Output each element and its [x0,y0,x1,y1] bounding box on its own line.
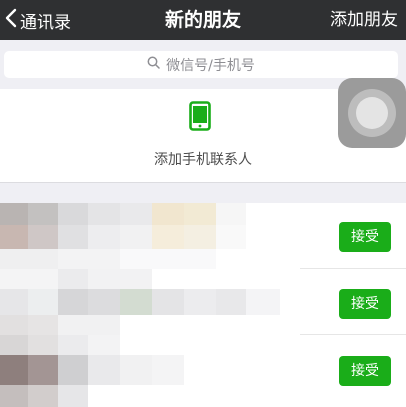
accept-button[interactable]: 接受 [339,289,391,319]
back-button-label: 通讯录 [20,12,71,33]
add-friend-button[interactable]: 添加朋友 [330,0,398,40]
add-phone-contacts-label: 添加手机联系人 [154,152,252,168]
section-divider [0,183,406,203]
search-icon [147,56,166,73]
friend-request-row[interactable]: 接受 [0,203,406,269]
search-placeholder: 微信号/手机号 [166,57,255,74]
friend-request-list: 接受 接受 接受 [0,203,406,407]
chevron-left-icon [4,8,18,32]
assistive-touch-button[interactable] [338,78,406,148]
accept-button[interactable]: 接受 [339,356,391,386]
pixelated-contact-info [0,203,246,269]
assistive-touch-core [356,97,388,129]
accept-button[interactable]: 接受 [339,222,391,252]
pixelated-contact-info [0,335,184,407]
friend-request-row[interactable]: 接受 [0,269,406,335]
top-nav-bar: 通讯录 新的朋友 添加朋友 [0,0,406,40]
pixelated-contact-info [0,269,280,335]
assistive-touch-ring [348,89,396,137]
search-input[interactable]: 微信号/手机号 [4,51,398,78]
back-button[interactable]: 通讯录 [4,0,71,40]
mobile-phone-icon [189,101,211,131]
friend-request-row[interactable]: 接受 [0,335,406,407]
